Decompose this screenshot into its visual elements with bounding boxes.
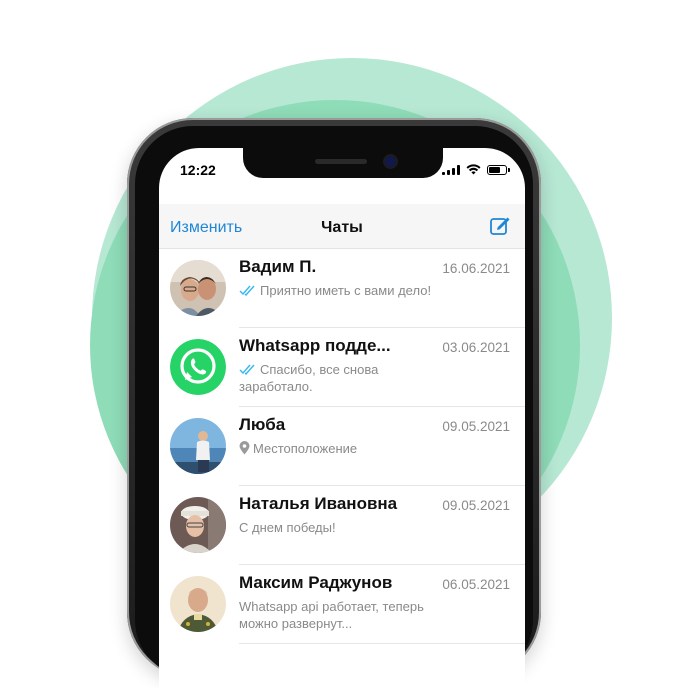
- double-check-icon: [239, 364, 255, 375]
- avatar: [170, 260, 226, 316]
- chat-row-maksim[interactable]: Максим Раджунов 06.05.2021 Whatsapp api …: [159, 565, 525, 644]
- chat-row-vadim[interactable]: Вадим П. 16.06.2021 Приятно иметь с вами…: [159, 249, 525, 328]
- chat-preview-text: Whatsapp api работает, теперь можно разв…: [239, 599, 424, 631]
- chat-date: 03.06.2021: [442, 340, 510, 355]
- chat-date: 16.06.2021: [442, 261, 510, 276]
- phone-screen: 12:22 Изменить Чаты Вадим П. 16.06.2021 …: [159, 148, 525, 688]
- chat-preview: С днем победы!: [239, 519, 439, 536]
- chat-row-whatsapp-support[interactable]: Whatsapp подде... 03.06.2021 Спасибо, вс…: [159, 328, 525, 407]
- chat-name: Вадим П.: [239, 257, 317, 276]
- location-pin-icon: [239, 441, 250, 455]
- chat-row-natalya[interactable]: Наталья Ивановна 09.05.2021 С днем побед…: [159, 486, 525, 565]
- chat-row-lyuba[interactable]: Люба 09.05.2021 Местоположение: [159, 407, 525, 486]
- chat-name: Максим Раджунов: [239, 573, 393, 592]
- phone-notch: [243, 148, 443, 178]
- chat-preview-text: Приятно иметь с вами дело!: [260, 283, 432, 298]
- chat-preview-text: Спасибо, все снова заработало.: [239, 362, 379, 394]
- chat-date: 06.05.2021: [442, 577, 510, 592]
- wifi-icon: [466, 164, 481, 175]
- chat-preview: Приятно иметь с вами дело!: [239, 282, 439, 299]
- chat-preview: Местоположение: [239, 440, 439, 457]
- avatar: [170, 497, 226, 553]
- front-camera: [385, 156, 396, 167]
- chat-preview-text: С днем победы!: [239, 520, 336, 535]
- avatar: [170, 576, 226, 632]
- signal-icon: [442, 164, 460, 175]
- chat-date: 09.05.2021: [442, 498, 510, 513]
- chat-preview: Спасибо, все снова заработало.: [239, 361, 439, 395]
- chat-preview-text: Местоположение: [253, 441, 358, 456]
- row-divider: [239, 643, 525, 644]
- battery-level: [489, 166, 500, 173]
- compose-icon[interactable]: [488, 214, 512, 238]
- chat-name: Whatsapp подде...: [239, 336, 391, 355]
- phone-frame: 12:22 Изменить Чаты Вадим П. 16.06.2021 …: [127, 118, 541, 688]
- chat-date: 09.05.2021: [442, 419, 510, 434]
- double-check-icon: [239, 285, 255, 296]
- status-icons: [442, 164, 510, 175]
- page-title: Чаты: [321, 219, 363, 236]
- navigation-bar: Изменить Чаты: [159, 204, 525, 249]
- chat-preview: Whatsapp api работает, теперь можно разв…: [239, 598, 439, 632]
- status-time: 12:22: [180, 162, 216, 178]
- speaker-grille: [315, 159, 367, 164]
- whatsapp-logo-avatar: [170, 339, 226, 395]
- chat-name: Люба: [239, 415, 286, 434]
- phone-bezel: 12:22 Изменить Чаты Вадим П. 16.06.2021 …: [135, 126, 533, 688]
- avatar: [170, 418, 226, 474]
- battery-icon: [487, 164, 510, 175]
- chat-name: Наталья Ивановна: [239, 494, 398, 513]
- chat-list: Вадим П. 16.06.2021 Приятно иметь с вами…: [159, 249, 525, 644]
